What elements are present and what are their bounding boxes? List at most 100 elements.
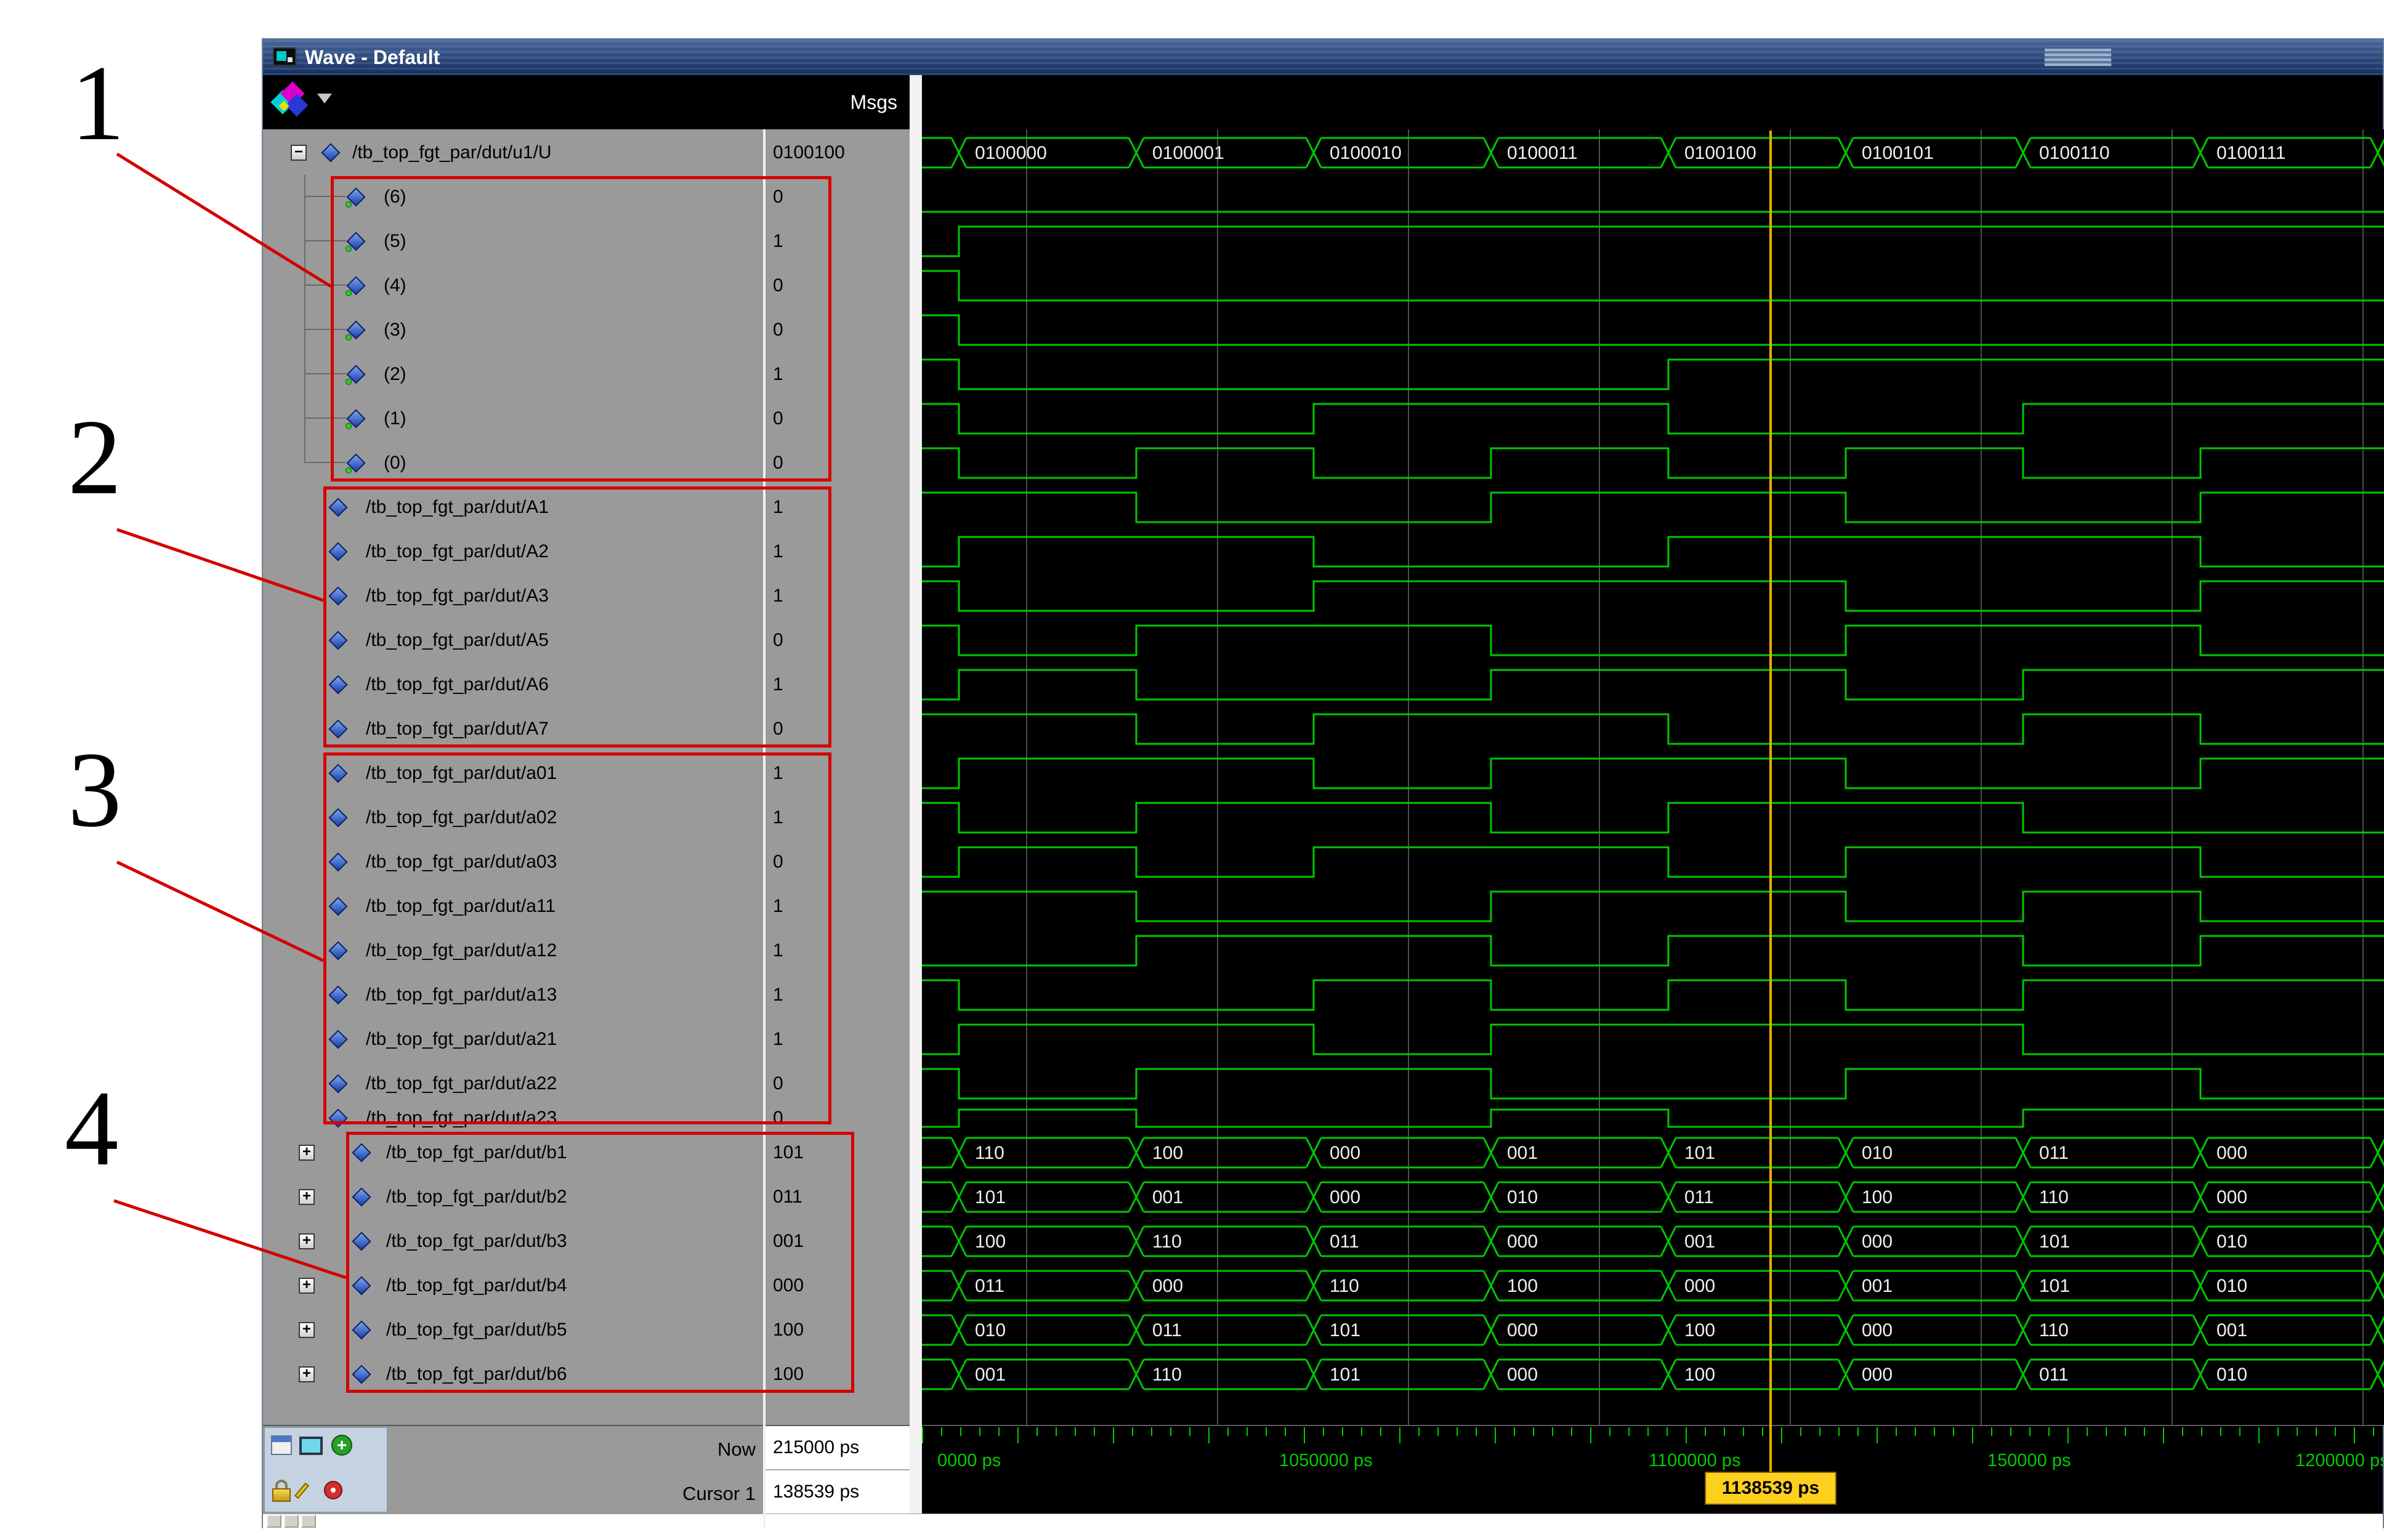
signal-row[interactable]: −/tb_top_fgt_par/dut/u1/U bbox=[263, 131, 763, 175]
signal-name: /tb_top_fgt_par/dut/a01 bbox=[366, 763, 557, 784]
tree-connector bbox=[304, 196, 346, 197]
ruler-tick bbox=[1036, 1427, 1038, 1436]
bus-value-label: 011 bbox=[2039, 1365, 2069, 1385]
ruler-tick bbox=[1304, 1427, 1305, 1443]
bus-value-label: 110 bbox=[975, 1143, 1004, 1163]
ruler-tick bbox=[2010, 1427, 2011, 1436]
signal-value: 0 bbox=[773, 397, 908, 441]
bit-signal-icon bbox=[347, 232, 365, 251]
signal-row[interactable]: +/tb_top_fgt_par/dut/b2 bbox=[263, 1175, 763, 1219]
window-titlebar[interactable]: Wave - Default bbox=[263, 39, 2383, 75]
bit-signal-icon bbox=[347, 409, 365, 428]
signal-name: /tb_top_fgt_par/dut/b1 bbox=[386, 1142, 567, 1163]
signal-row[interactable]: +/tb_top_fgt_par/dut/b3 bbox=[263, 1219, 763, 1264]
ruler-tick bbox=[922, 1427, 923, 1443]
signal-row[interactable]: /tb_top_fgt_par/dut/a21 bbox=[263, 1017, 763, 1062]
edit-icon[interactable] bbox=[294, 1483, 309, 1499]
signal-row[interactable]: + /tb_top_fgt_par/dut/b1 bbox=[263, 1131, 763, 1175]
bus-value-label: 010 bbox=[2216, 1276, 2247, 1296]
signal-row[interactable]: /tb_top_fgt_par/dut/A6 bbox=[263, 663, 763, 707]
expand-icon[interactable]: − bbox=[291, 145, 307, 161]
signal-row[interactable]: (0) bbox=[263, 441, 763, 485]
bus-value-label: 000 bbox=[1507, 1365, 1538, 1385]
signal-icon bbox=[329, 941, 347, 960]
ruler-tick bbox=[1915, 1427, 1916, 1436]
splitter-handle[interactable] bbox=[301, 1515, 316, 1528]
ruler-tick bbox=[2335, 1427, 2336, 1436]
waveform-canvas[interactable]: 0100000010000101000100100011010010001001… bbox=[922, 129, 2384, 1425]
signal-names-panel[interactable]: −/tb_top_fgt_par/dut/u1/U(6)(5)(4)(3) (2)… bbox=[263, 129, 763, 1425]
horizontal-scrollbar[interactable] bbox=[263, 1514, 2383, 1528]
ruler-tick bbox=[1017, 1427, 1019, 1443]
bus-value-label: 0100101 bbox=[1862, 143, 1934, 163]
expand-icon[interactable]: + bbox=[299, 1366, 315, 1382]
cursor1-label[interactable]: Cursor 1 bbox=[559, 1483, 756, 1505]
monitor-icon[interactable] bbox=[299, 1437, 323, 1455]
expand-icon[interactable]: + bbox=[299, 1233, 315, 1249]
ruler-tick bbox=[2125, 1427, 2126, 1436]
signal-row[interactable]: /tb_top_fgt_par/dut/a03 bbox=[263, 840, 763, 884]
names-values-splitter[interactable] bbox=[763, 129, 766, 1528]
ruler-tick bbox=[1151, 1427, 1152, 1436]
ruler-tick bbox=[1476, 1427, 1477, 1436]
signal-row[interactable]: /tb_top_fgt_par/dut/A2 bbox=[263, 530, 763, 574]
expand-icon[interactable]: + bbox=[299, 1322, 315, 1338]
ruler-tick bbox=[2297, 1427, 2298, 1436]
ruler-tick bbox=[2067, 1427, 2069, 1443]
signal-row[interactable]: (6) bbox=[263, 175, 763, 219]
bit-waveform bbox=[922, 581, 2384, 611]
ruler-tick bbox=[2316, 1427, 2317, 1436]
expand-icon[interactable]: + bbox=[299, 1278, 315, 1294]
signal-row[interactable]: /tb_top_fgt_par/dut/a12 bbox=[263, 929, 763, 973]
lock-icon[interactable] bbox=[272, 1480, 291, 1504]
signal-row[interactable]: /tb_top_fgt_par/dut/A5 bbox=[263, 618, 763, 663]
signal-row[interactable]: (4) bbox=[263, 264, 763, 308]
annotation-number-3: 3 bbox=[68, 736, 122, 844]
signal-row[interactable]: /tb_top_fgt_par/dut/a01 bbox=[263, 751, 763, 796]
ruler-tick bbox=[1418, 1427, 1420, 1436]
splitter-handle[interactable] bbox=[284, 1515, 299, 1528]
bit-waveform bbox=[922, 936, 2384, 966]
add-cursor-icon[interactable]: + bbox=[331, 1435, 352, 1456]
waveform-panel[interactable]: 0100000010000101000100100011010010001001… bbox=[922, 129, 2384, 1425]
signal-row[interactable]: /tb_top_fgt_par/dut/a22 bbox=[263, 1062, 763, 1106]
remove-cursor-icon[interactable] bbox=[324, 1481, 342, 1499]
timeline-ruler[interactable]: 0000 ps1050000 ps1100000 ps150000 ps1200… bbox=[922, 1426, 2383, 1515]
signal-row[interactable]: /tb_top_fgt_par/dut/a23 bbox=[263, 1106, 763, 1131]
signal-row[interactable]: /tb_top_fgt_par/dut/A3 bbox=[263, 574, 763, 618]
expand-icon[interactable]: + bbox=[299, 1189, 315, 1205]
signal-row[interactable]: /tb_top_fgt_par/dut/A1 bbox=[263, 485, 763, 530]
signal-row[interactable]: +/tb_top_fgt_par/dut/b5 bbox=[263, 1308, 763, 1352]
signal-icon bbox=[329, 1074, 347, 1093]
time-cursor-line[interactable] bbox=[1769, 131, 1772, 1473]
ruler-tick bbox=[1762, 1427, 1763, 1436]
signal-name: (2) bbox=[384, 364, 406, 385]
signal-row[interactable]: +/tb_top_fgt_par/dut/b4 bbox=[263, 1264, 763, 1308]
signal-icon bbox=[329, 1030, 347, 1049]
ruler-tick bbox=[2354, 1427, 2355, 1443]
bit-waveform bbox=[922, 1025, 2384, 1054]
signal-row[interactable]: /tb_top_fgt_par/dut/a13 bbox=[263, 973, 763, 1017]
bus-value-label: 010 bbox=[1507, 1187, 1538, 1207]
ruler-tick bbox=[1991, 1427, 1992, 1436]
signal-row[interactable]: (5) bbox=[263, 219, 763, 264]
signal-row[interactable]: +/tb_top_fgt_par/dut/b6 bbox=[263, 1352, 763, 1397]
signal-row[interactable]: /tb_top_fgt_par/dut/a11 bbox=[263, 884, 763, 929]
cursor-time-badge[interactable]: 1138539 ps bbox=[1705, 1472, 1836, 1505]
add-signals-icon[interactable] bbox=[273, 84, 310, 121]
ruler-tick bbox=[1247, 1427, 1248, 1436]
layout-icon[interactable] bbox=[271, 1435, 292, 1455]
ruler-tick bbox=[1514, 1427, 1515, 1436]
expand-icon[interactable]: + bbox=[299, 1145, 315, 1161]
signal-row[interactable]: /tb_top_fgt_par/dut/A7 bbox=[263, 707, 763, 751]
status-values: 215000 ps 138539 ps bbox=[766, 1426, 910, 1515]
bit-waveform bbox=[922, 1110, 2384, 1127]
titlebar-grip[interactable] bbox=[2044, 48, 2112, 67]
values-wave-splitter[interactable] bbox=[910, 75, 922, 1514]
splitter-handle[interactable] bbox=[267, 1515, 281, 1528]
signal-row[interactable]: (1) bbox=[263, 397, 763, 441]
signal-row[interactable]: (3) bbox=[263, 308, 763, 352]
dropdown-arrow-icon[interactable] bbox=[317, 94, 332, 103]
signal-row[interactable]: (2) bbox=[263, 352, 763, 397]
signal-row[interactable]: /tb_top_fgt_par/dut/a02 bbox=[263, 796, 763, 840]
